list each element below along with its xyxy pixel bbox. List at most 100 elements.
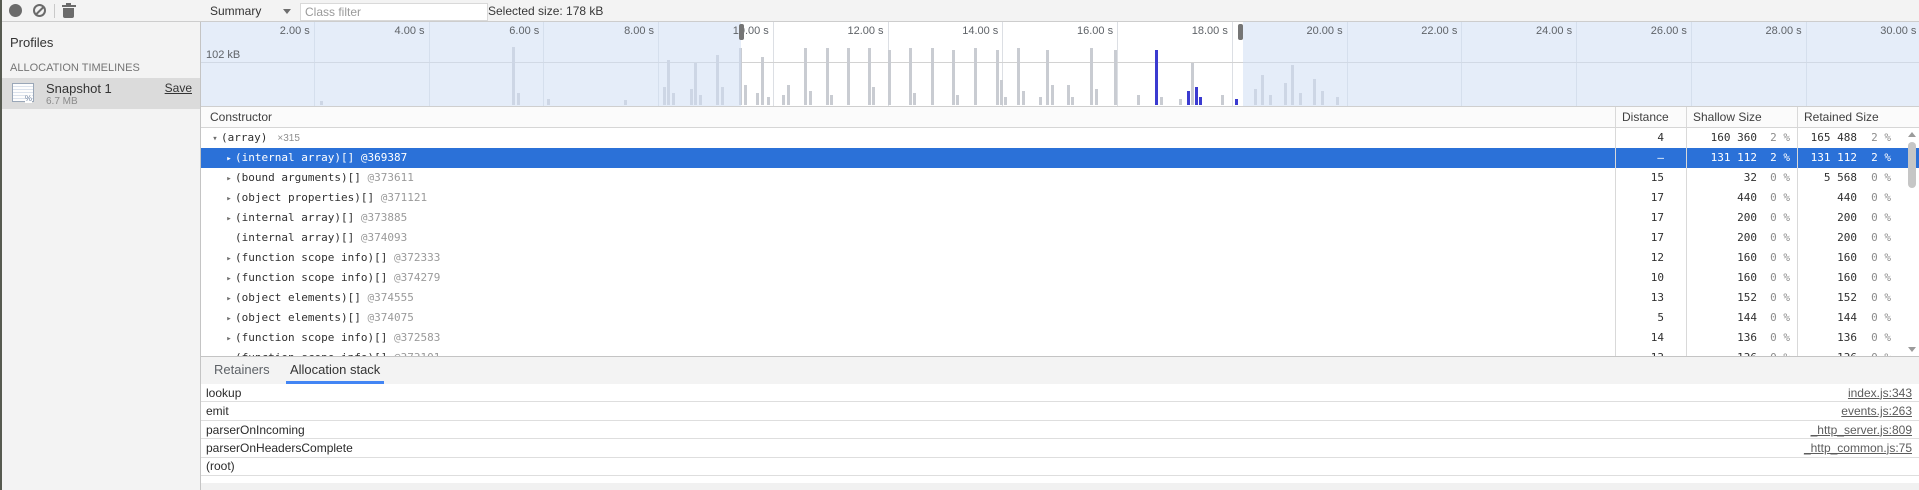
timeline-tick-label: 28.00 s xyxy=(1742,25,1802,37)
allocation-bar xyxy=(782,95,785,105)
expander-icon[interactable]: ▸ xyxy=(223,289,235,308)
timeline-tick-label: 26.00 s xyxy=(1627,25,1687,37)
vertical-scrollbar[interactable] xyxy=(1905,130,1919,354)
scrollbar-thumb[interactable] xyxy=(1908,142,1916,188)
trash-icon[interactable] xyxy=(63,8,74,18)
timeline-tick-label: 16.00 s xyxy=(1053,25,1113,37)
shallow-size-cell: 1600 % xyxy=(1687,248,1798,268)
column-header-distance[interactable]: Distance xyxy=(1616,107,1687,127)
object-id: @372583 xyxy=(394,331,440,344)
table-row[interactable]: ▸(internal array)[] @369387–131 1122 %13… xyxy=(201,148,1919,168)
table-row[interactable]: ▸(function scope info)[] @373101131360 %… xyxy=(201,348,1919,356)
allocation-bar xyxy=(909,48,912,105)
tab-allocation-stack[interactable]: Allocation stack xyxy=(286,357,384,384)
expander-icon[interactable]: ▸ xyxy=(223,349,235,356)
class-filter-input[interactable] xyxy=(300,3,488,21)
timeline-tick-label: 4.00 s xyxy=(365,25,425,37)
table-row[interactable]: ▸(function scope info)[] @372333121600 %… xyxy=(201,248,1919,268)
expander-icon[interactable]: ▸ xyxy=(223,189,235,208)
distance-cell: 17 xyxy=(1616,208,1687,228)
constructor-name: (bound arguments)[] xyxy=(235,171,367,184)
expander-icon[interactable]: ▾ xyxy=(209,129,221,148)
expander-icon[interactable]: ▸ xyxy=(223,209,235,228)
table-row[interactable]: ▸(bound arguments)[] @37361115320 %5 568… xyxy=(201,168,1919,188)
table-row[interactable]: ▸(function scope info)[] @374279101600 %… xyxy=(201,268,1919,288)
allocation-stack-pane: lookupindex.js:343emitevents.js:263parse… xyxy=(201,384,1919,476)
save-link[interactable]: Save xyxy=(165,81,192,95)
allocation-bar xyxy=(974,48,977,105)
source-link[interactable]: _http_common.js:75 xyxy=(1804,441,1919,455)
perspective-select[interactable]: Summary xyxy=(210,0,291,22)
table-row[interactable]: ▸(object properties)[] @371121174400 %44… xyxy=(201,188,1919,208)
live-allocation-bar xyxy=(1155,50,1158,105)
allocation-bar xyxy=(952,50,955,105)
stack-frame-function: (root) xyxy=(201,459,235,473)
tab-retainers[interactable]: Retainers xyxy=(210,357,274,384)
y-axis-label: 102 kB xyxy=(206,49,240,61)
expander-icon[interactable]: ▸ xyxy=(223,309,235,328)
distance-cell: 17 xyxy=(1616,188,1687,208)
expander-icon[interactable]: ▸ xyxy=(223,269,235,288)
table-row[interactable]: ▸(internal array)[] @373885172000 %2000 … xyxy=(201,208,1919,228)
scroll-down-icon[interactable] xyxy=(1908,347,1916,352)
selection-handle-right[interactable] xyxy=(1238,24,1243,40)
retained-size-cell: 1600 % xyxy=(1798,248,1919,268)
table-row[interactable]: ▸(object elements)[] @37407551440 %1440 … xyxy=(201,308,1919,328)
stack-frame-row[interactable]: lookupindex.js:343 xyxy=(201,384,1919,402)
source-link[interactable]: _http_server.js:809 xyxy=(1811,423,1919,437)
allocation-bar xyxy=(809,91,812,105)
expander-icon[interactable]: ▸ xyxy=(223,169,235,188)
constructor-name: (object elements)[] xyxy=(235,291,367,304)
table-row[interactable]: (internal array)[] @374093172000 %2000 % xyxy=(201,228,1919,248)
column-header-shallow-size[interactable]: Shallow Size xyxy=(1687,107,1798,127)
expander-icon[interactable]: ▸ xyxy=(223,249,235,268)
object-id: @369387 xyxy=(361,151,407,164)
distance-cell: 13 xyxy=(1616,348,1687,356)
expander-icon[interactable]: ▸ xyxy=(223,329,235,348)
allocation-bar xyxy=(1004,97,1007,105)
stack-frame-row[interactable]: emitevents.js:263 xyxy=(201,402,1919,420)
selection-dim-overlay-right xyxy=(1243,22,1919,106)
shallow-size-cell: 320 % xyxy=(1687,168,1798,188)
column-header-retained-size[interactable]: Retained Size xyxy=(1798,107,1919,127)
allocation-bar xyxy=(1179,99,1182,105)
allocation-bar xyxy=(1095,89,1098,105)
shallow-size-cell: 1520 % xyxy=(1687,288,1798,308)
clear-icon[interactable] xyxy=(33,4,46,17)
allocation-timelines-heading: ALLOCATION TIMELINES xyxy=(10,62,140,74)
record-icon[interactable] xyxy=(9,4,22,17)
shallow-size-cell: 2000 % xyxy=(1687,228,1798,248)
distance-cell: 17 xyxy=(1616,228,1687,248)
distance-cell: 4 xyxy=(1616,128,1687,148)
source-link[interactable]: index.js:343 xyxy=(1848,386,1919,400)
allocation-bar xyxy=(1191,63,1194,105)
toolbar-divider xyxy=(54,4,55,18)
shallow-size-cell: 2000 % xyxy=(1687,208,1798,228)
timeline-tick-label: 6.00 s xyxy=(479,25,539,37)
allocation-bar xyxy=(1160,97,1163,105)
allocation-bar xyxy=(830,95,833,105)
object-id: @374093 xyxy=(361,231,407,244)
timeline-gridline xyxy=(1232,22,1233,106)
distance-cell: – xyxy=(1616,148,1687,168)
main-pane: 2.00 s4.00 s6.00 s8.00 s10.00 s12.00 s14… xyxy=(200,22,1919,490)
retained-size-cell: 1360 % xyxy=(1798,328,1919,348)
snapshot-size: 6.7 MB xyxy=(46,96,78,107)
table-row[interactable]: ▸(object elements)[] @374555131520 %1520… xyxy=(201,288,1919,308)
expander-icon[interactable]: ▸ xyxy=(223,149,235,168)
scroll-up-icon[interactable] xyxy=(1908,132,1916,137)
stack-frame-row[interactable]: parserOnHeadersComplete_http_common.js:7… xyxy=(201,439,1919,457)
selection-handle-left[interactable] xyxy=(739,24,744,40)
shallow-size-cell: 4400 % xyxy=(1687,188,1798,208)
table-row[interactable]: ▸(function scope info)[] @372583141360 %… xyxy=(201,328,1919,348)
retained-size-cell: 4400 % xyxy=(1798,188,1919,208)
stack-frame-row[interactable]: parserOnIncoming_http_server.js:809 xyxy=(201,421,1919,439)
distance-cell: 12 xyxy=(1616,248,1687,268)
stack-frame-row[interactable]: (root) xyxy=(201,458,1919,476)
column-header-constructor[interactable]: Constructor xyxy=(201,107,1616,127)
sidebar-item-snapshot[interactable]: % Snapshot 1 6.7 MB Save xyxy=(0,78,200,109)
allocation-bar xyxy=(847,48,850,105)
source-link[interactable]: events.js:263 xyxy=(1841,404,1919,418)
allocation-timeline-overview[interactable]: 2.00 s4.00 s6.00 s8.00 s10.00 s12.00 s14… xyxy=(201,22,1919,106)
table-row[interactable]: ▾(array)×3154160 3602 %165 4882 % xyxy=(201,128,1919,148)
